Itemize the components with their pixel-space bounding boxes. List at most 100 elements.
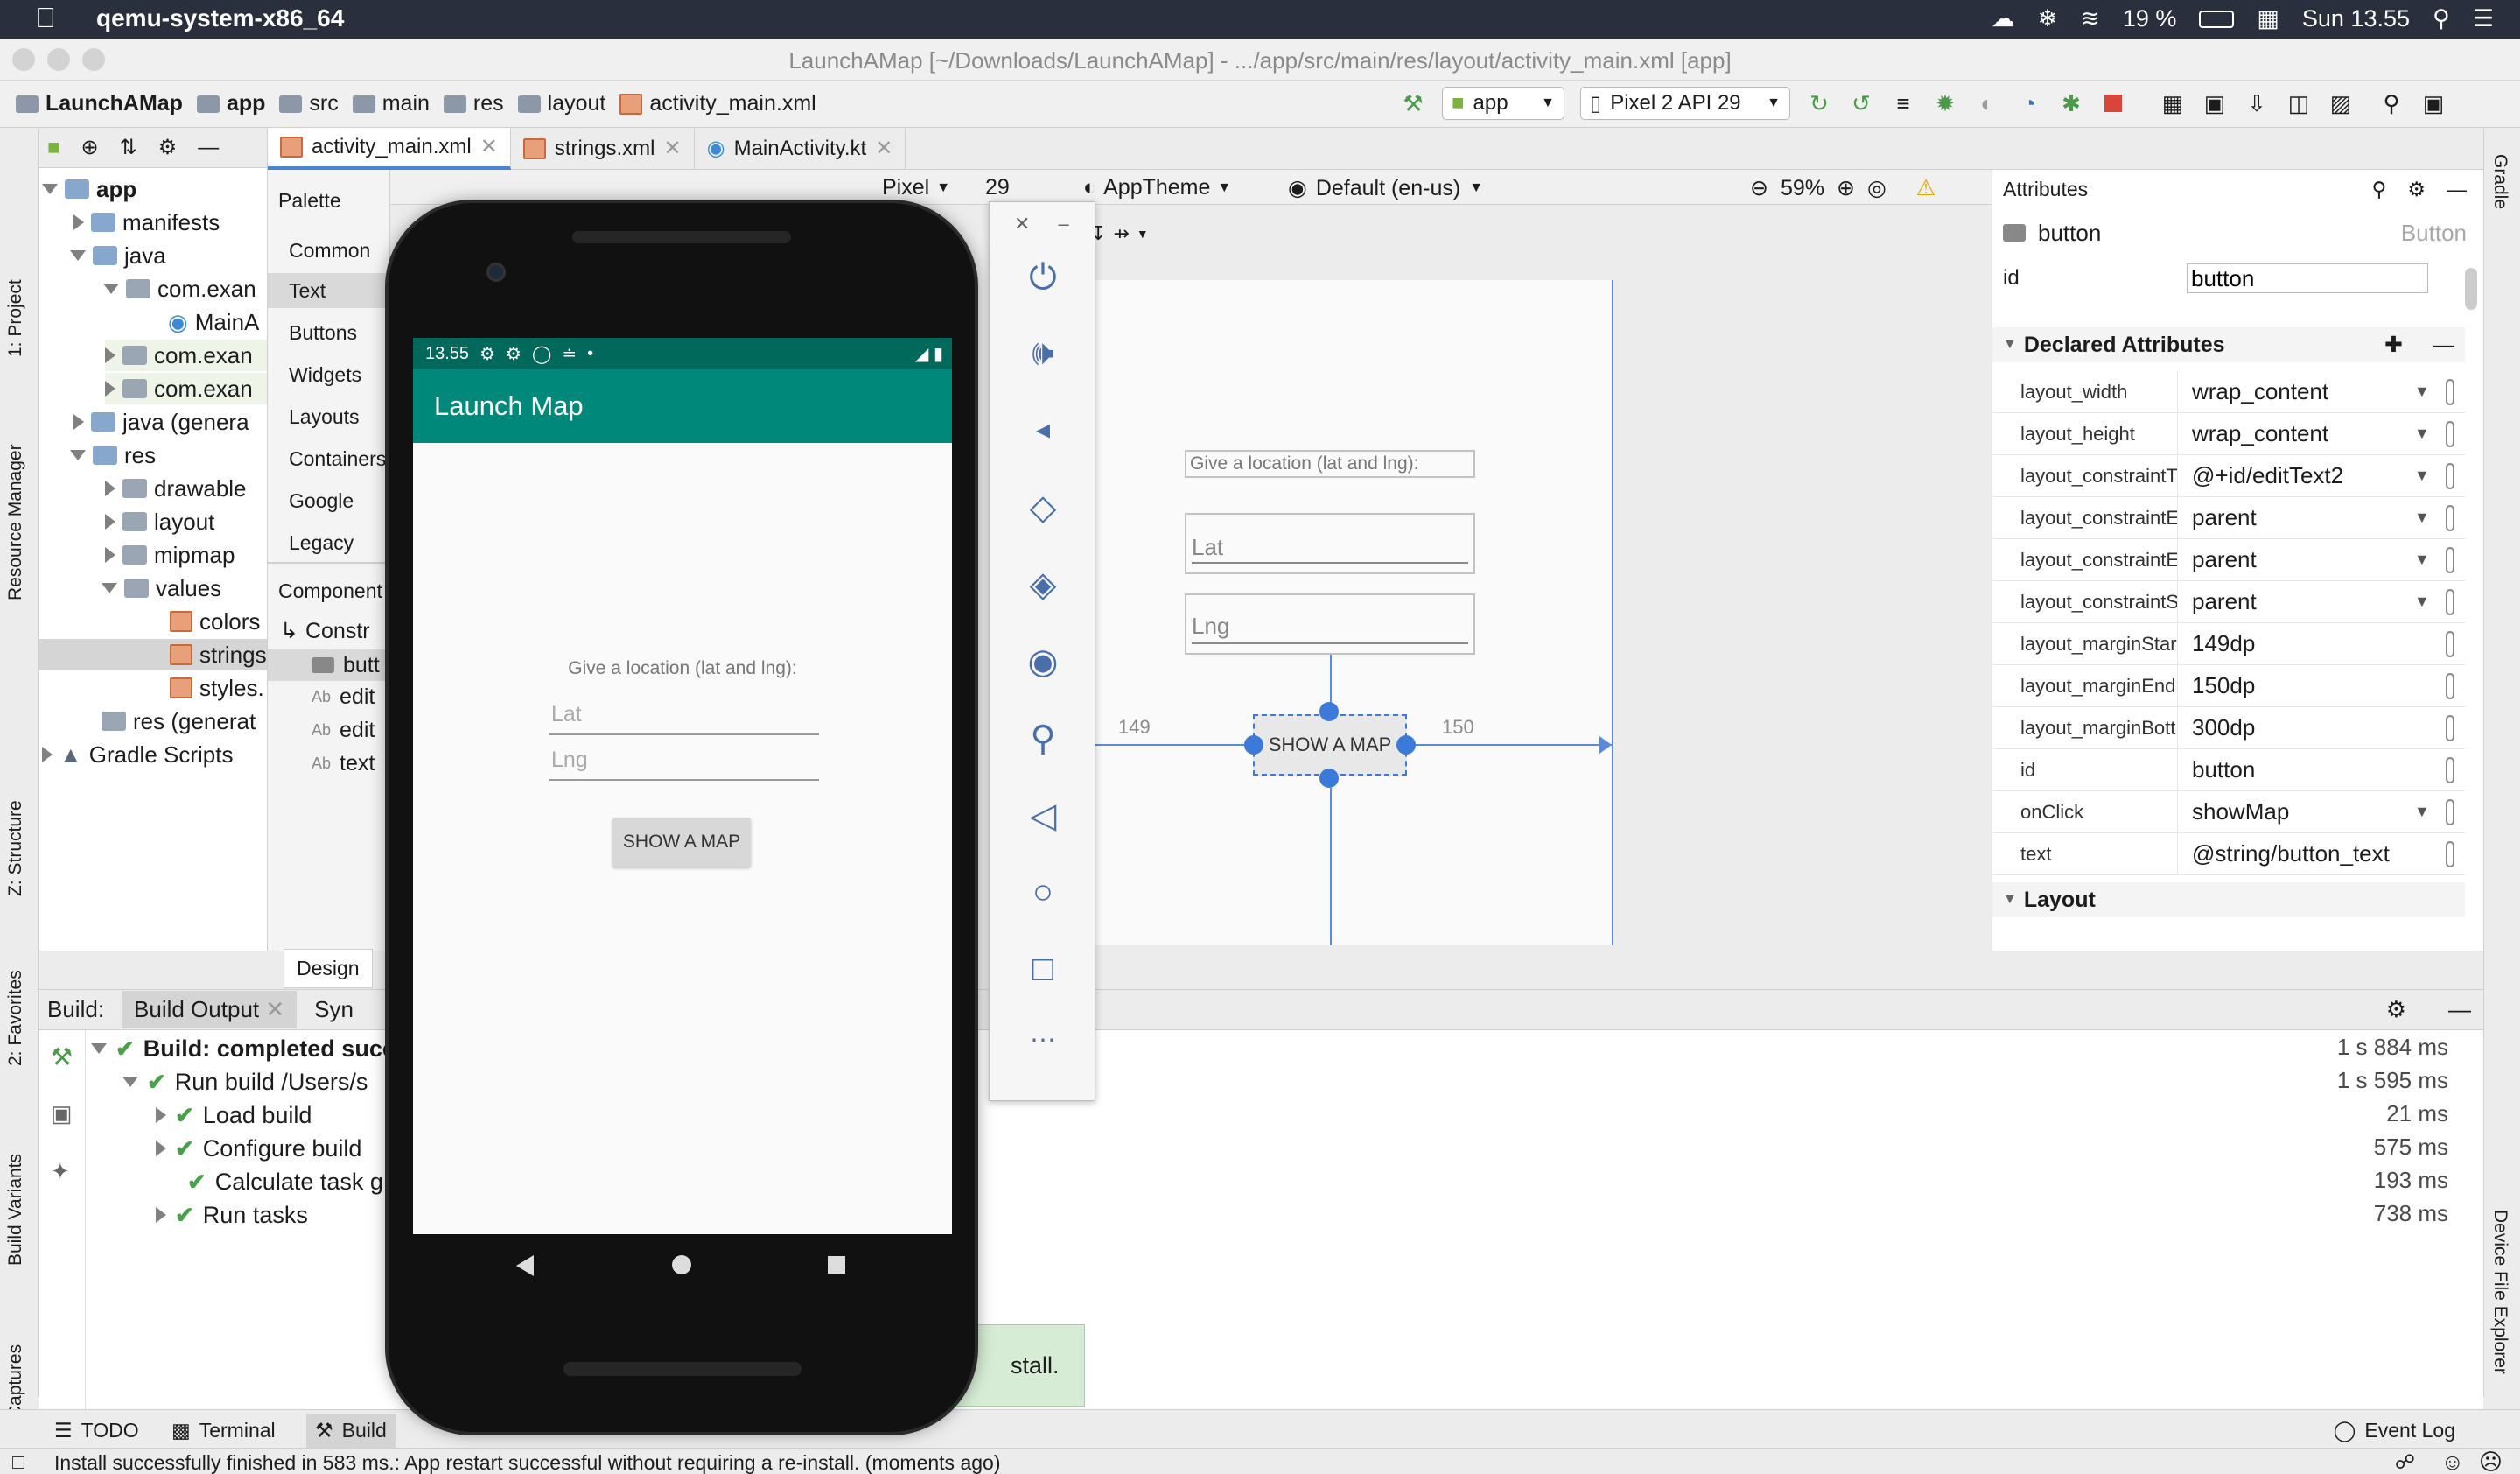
palette-category-common[interactable]: Common	[289, 233, 370, 268]
clock[interactable]: Sun 13.55	[2302, 5, 2410, 32]
avd-manager-icon[interactable]: ▣	[2202, 90, 2228, 116]
frown-icon[interactable]: ☹	[2479, 1449, 2502, 1474]
home-icon[interactable]: ○	[990, 873, 1096, 912]
expand-icon[interactable]	[103, 284, 119, 294]
component-textview[interactable]: Ab text	[312, 751, 374, 776]
tree-item-java[interactable]: java	[70, 240, 166, 271]
tree-item-package[interactable]: com.exan	[103, 273, 256, 305]
attribute-row[interactable]: layout_marginBott 300dp	[1992, 706, 2465, 749]
overview-icon[interactable]: □	[990, 950, 1096, 989]
tree-item-layout[interactable]: layout	[105, 506, 214, 537]
canvas-prompt[interactable]: Give a location (lat and lng):	[1185, 450, 1475, 478]
chevron-down-icon[interactable]: ▼	[2414, 383, 2446, 401]
attribute-row[interactable]: layout_marginStar 149dp	[1992, 622, 2465, 665]
design-tab[interactable]: Design	[284, 949, 373, 988]
resource-picker-icon[interactable]	[2446, 462, 2454, 489]
attribute-value[interactable]: 300dp	[2178, 714, 2414, 741]
attribute-value[interactable]: @+id/editText2	[2178, 462, 2414, 489]
attribute-row[interactable]: layout_constraintE parent ▼	[1992, 496, 2465, 539]
resource-picker-icon[interactable]	[2446, 672, 2454, 699]
palette-category-containers[interactable]: Containers	[289, 441, 386, 476]
attribute-row[interactable]: onClick showMap ▼	[1992, 790, 2465, 833]
build-line[interactable]: ✔ Load build	[156, 1098, 312, 1132]
expand-icon[interactable]	[70, 450, 86, 460]
hide-icon[interactable]: —	[2448, 996, 2471, 1023]
sdk-manager-icon[interactable]: ⇩	[2244, 90, 2270, 116]
tree-item-strings[interactable]: strings	[38, 639, 267, 670]
tab-favorites[interactable]: 2: Favorites	[5, 970, 26, 1066]
pin-icon[interactable]: ✦	[51, 1158, 70, 1185]
device-select[interactable]: ▯ Pixel 2 API 29 ▼	[1580, 87, 1790, 120]
build-hammer-icon[interactable]: ⚒	[51, 1042, 73, 1071]
rotate-left-icon[interactable]: ◇	[990, 488, 1096, 528]
apple-icon[interactable]: 	[35, 2, 56, 34]
attribute-value[interactable]: parent	[2178, 504, 2414, 531]
toggle-tool-windows-icon[interactable]: □	[12, 1450, 24, 1474]
tab-sync[interactable]: Syn	[314, 996, 354, 1023]
tab-resource-manager[interactable]: Resource Manager	[5, 444, 26, 600]
theme-selector[interactable]: ◐ AppTheme ▼	[1083, 175, 1231, 200]
build-line[interactable]: ✔ Build: completed succ	[91, 1032, 396, 1065]
close-icon[interactable]: ✕	[875, 136, 892, 161]
tab-terminal[interactable]: ▩ Terminal	[172, 1419, 276, 1442]
breadcrumb-main[interactable]: main	[352, 91, 430, 116]
show-map-button[interactable]: SHOW A MAP	[612, 818, 751, 867]
layout-inspector-icon[interactable]: ◫	[2286, 90, 2312, 116]
close-icon[interactable]: ✕	[480, 134, 498, 159]
search-icon[interactable]: ⚲	[2378, 90, 2404, 116]
phone-lng-input[interactable]: Lng	[550, 746, 819, 781]
android-icon[interactable]: ■	[47, 136, 60, 160]
back-icon[interactable]: ◁	[990, 796, 1096, 836]
stop-icon[interactable]	[2100, 90, 2126, 116]
volume-up-icon[interactable]: 🕪	[990, 333, 1096, 373]
project-structure-icon[interactable]: ▣	[2420, 90, 2446, 116]
cloud-icon[interactable]: ☁	[1992, 5, 2015, 32]
hide-icon[interactable]: —	[2446, 178, 2467, 201]
resource-picker-icon[interactable]	[2446, 798, 2454, 825]
component-edittext[interactable]: Ab edit	[312, 718, 374, 743]
expand-icon[interactable]	[102, 583, 117, 593]
expand-icon[interactable]	[105, 481, 116, 496]
coverage-icon[interactable]: ≡	[1890, 90, 1916, 116]
attribute-row[interactable]: layout_constraintS parent ▼	[1992, 580, 2465, 623]
resource-picker-icon[interactable]	[2446, 756, 2454, 783]
zoom-fit-icon[interactable]: ◎	[1867, 175, 1886, 201]
resource-picker-icon[interactable]	[2446, 588, 2454, 615]
minimize-icon[interactable]: –	[1058, 213, 1068, 235]
chevron-down-icon[interactable]: ▼	[2414, 803, 2446, 821]
zoom-out-icon[interactable]: ⊖	[1750, 175, 1768, 201]
palette-category-legacy[interactable]: Legacy	[289, 525, 354, 560]
tree-item-gradle-scripts[interactable]: ▲ Gradle Scripts	[42, 739, 233, 770]
status-message[interactable]: Install successfully finished in 583 ms.…	[54, 1451, 1000, 1474]
api-selector[interactable]: 29	[985, 175, 1010, 200]
tab-build-variants[interactable]: Build Variants	[5, 1154, 26, 1266]
tree-item-res[interactable]: res	[70, 439, 156, 471]
component-edittext[interactable]: Ab edit	[312, 684, 374, 710]
device-selector[interactable]: Pixel ▼	[882, 175, 950, 200]
attribute-value[interactable]: button	[2178, 756, 2414, 783]
grid-icon[interactable]: ▦	[2257, 5, 2279, 32]
breadcrumb-src[interactable]: src	[279, 91, 339, 116]
spotlight-icon[interactable]: ⚲	[2432, 5, 2450, 32]
apply-code-changes-icon[interactable]: ↺	[1848, 90, 1874, 116]
breadcrumb-res[interactable]: res	[443, 91, 504, 116]
tab-build[interactable]: ⚒ Build	[306, 1414, 396, 1448]
debug-icon[interactable]: ✹	[1932, 90, 1958, 116]
chevron-down-icon[interactable]: ▼	[2414, 551, 2446, 569]
back-icon[interactable]	[516, 1255, 534, 1276]
zoom-icon[interactable]: ⚲	[990, 719, 1096, 759]
guideline-icon[interactable]: ⇸	[1113, 222, 1129, 245]
canvas-lat-field[interactable]: Lat	[1185, 513, 1475, 574]
smiley-icon[interactable]: ☺	[2440, 1449, 2464, 1474]
expand-icon[interactable]	[156, 1207, 166, 1223]
attribute-row[interactable]: layout_marginEnd 150dp	[1992, 664, 2465, 707]
expand-icon[interactable]	[105, 547, 116, 563]
expand-icon[interactable]	[42, 184, 58, 194]
attribute-row[interactable]: layout_constraintT @+id/editText2 ▼	[1992, 454, 2465, 497]
expand-icon[interactable]	[156, 1141, 166, 1156]
breadcrumb-project[interactable]: LaunchAMap	[16, 91, 183, 116]
attribute-value[interactable]: 150dp	[2178, 672, 2414, 699]
gear-icon[interactable]: ⚙	[2386, 996, 2406, 1023]
expand-icon[interactable]	[105, 347, 116, 363]
phone-lat-input[interactable]: Lat	[550, 700, 819, 735]
